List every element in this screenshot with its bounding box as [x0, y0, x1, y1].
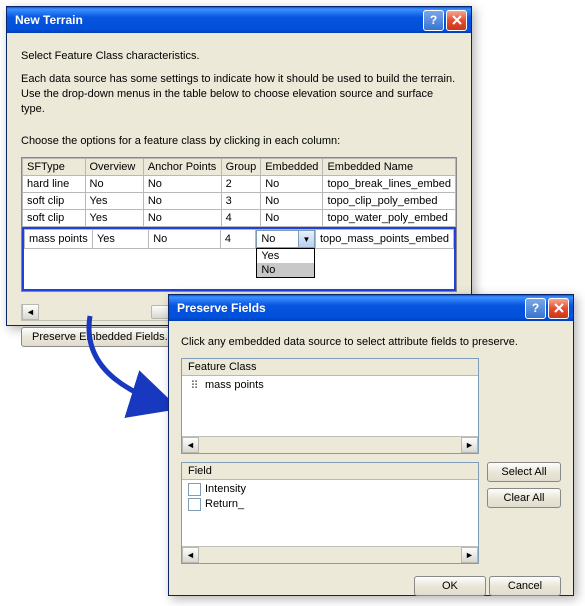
field-header: Field: [182, 463, 478, 480]
close-icon: [452, 15, 462, 25]
instruction-text-2: Each data source has some settings to in…: [21, 72, 457, 117]
col-anchor[interactable]: Anchor Points: [143, 159, 221, 176]
table-row[interactable]: soft clip Yes No 4 No topo_water_poly_em…: [23, 210, 456, 227]
scroll-right-button[interactable]: ►: [461, 547, 478, 563]
table-header-row: SFType Overview Anchor Points Group Embe…: [23, 159, 456, 176]
scroll-left-button[interactable]: ◄: [22, 304, 39, 320]
instruction-text-1: Select Feature Class characteristics.: [21, 49, 457, 64]
field-item[interactable]: Return_: [188, 497, 472, 512]
selected-row-highlight: mass points Yes No 4 No ▼ Yes No: [22, 227, 456, 291]
close-button[interactable]: [548, 298, 569, 319]
field-scrollbar[interactable]: ◄ ►: [182, 546, 478, 563]
col-ename[interactable]: Embedded Name: [323, 159, 456, 176]
cancel-button[interactable]: Cancel: [489, 576, 561, 596]
close-icon: [554, 303, 564, 313]
embedded-dropdown-list: Yes No: [256, 248, 315, 278]
dropdown-option-yes[interactable]: Yes: [257, 249, 314, 263]
points-icon: ⠿: [188, 379, 201, 392]
feature-class-table: SFType Overview Anchor Points Group Embe…: [21, 157, 457, 292]
field-item[interactable]: Intensity: [188, 482, 472, 497]
col-overview[interactable]: Overview: [85, 159, 143, 176]
instruction-text-3: Choose the options for a feature class b…: [21, 134, 457, 149]
embedded-dropdown[interactable]: No ▼: [256, 230, 315, 248]
col-group[interactable]: Group: [221, 159, 261, 176]
scroll-right-button[interactable]: ►: [461, 437, 478, 453]
preserve-embedded-fields-button[interactable]: Preserve Embedded Fields...: [21, 327, 185, 347]
help-button[interactable]: ?: [525, 298, 546, 319]
select-all-button[interactable]: Select All: [487, 462, 561, 482]
preserve-fields-dialog: Preserve Fields ? Click any embedded dat…: [168, 294, 574, 596]
col-sftype[interactable]: SFType: [23, 159, 86, 176]
checkbox-intensity[interactable]: [188, 483, 201, 496]
preserve-fields-title: Preserve Fields: [177, 301, 523, 315]
table-row[interactable]: soft clip Yes No 3 No topo_clip_poly_emb…: [23, 193, 456, 210]
new-terrain-title: New Terrain: [15, 13, 421, 27]
new-terrain-titlebar[interactable]: New Terrain ?: [7, 7, 471, 33]
feature-class-listbox[interactable]: Feature Class ⠿ mass points ◄ ►: [181, 358, 479, 454]
ok-button[interactable]: OK: [414, 576, 486, 596]
scroll-left-button[interactable]: ◄: [182, 547, 199, 563]
col-embedded[interactable]: Embedded: [261, 159, 323, 176]
chevron-down-icon[interactable]: ▼: [298, 231, 314, 247]
feature-class-item[interactable]: ⠿ mass points: [188, 378, 472, 393]
clear-all-button[interactable]: Clear All: [487, 488, 561, 508]
preserve-instruction: Click any embedded data source to select…: [181, 335, 561, 350]
feature-class-header: Feature Class: [182, 359, 478, 376]
table-row[interactable]: hard line No No 2 No topo_break_lines_em…: [23, 176, 456, 193]
scroll-left-button[interactable]: ◄: [182, 437, 199, 453]
field-listbox[interactable]: Field Intensity Return_ ◄: [181, 462, 479, 564]
checkbox-return[interactable]: [188, 498, 201, 511]
embedded-dropdown-cell[interactable]: No ▼ Yes No: [256, 230, 316, 249]
new-terrain-dialog: New Terrain ? Select Feature Class chara…: [6, 6, 472, 326]
help-button[interactable]: ?: [423, 10, 444, 31]
fc-scrollbar[interactable]: ◄ ►: [182, 436, 478, 453]
preserve-fields-titlebar[interactable]: Preserve Fields ?: [169, 295, 573, 321]
table-row-selected[interactable]: mass points Yes No 4 No ▼ Yes No: [25, 230, 454, 249]
close-button[interactable]: [446, 10, 467, 31]
dropdown-option-no[interactable]: No: [257, 263, 314, 277]
